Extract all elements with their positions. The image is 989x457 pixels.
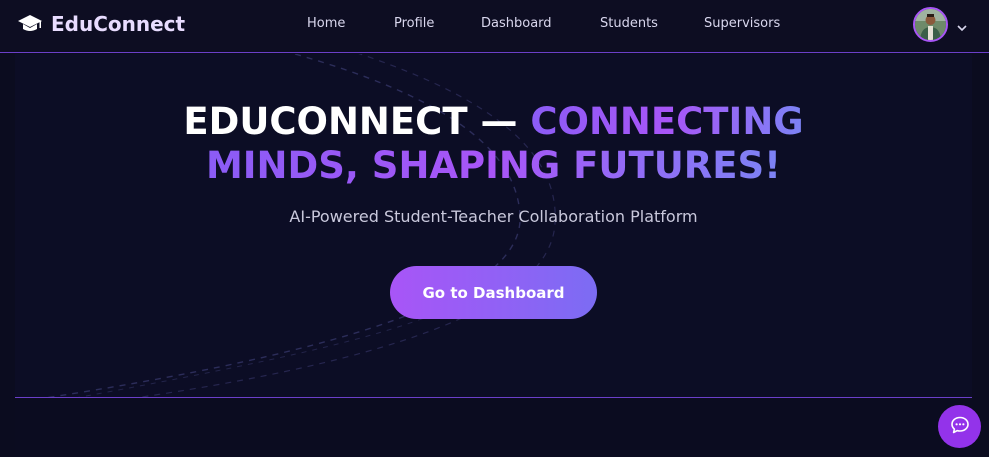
brand-name: EduConnect (51, 12, 186, 36)
headline-line-2: MINDS, SHAPING FUTURES! (205, 144, 782, 187)
chat-button[interactable] (938, 405, 981, 448)
nav-link-students[interactable]: Students (600, 16, 704, 31)
top-navbar: EduConnect Home Profile Dashboard Studen… (0, 0, 989, 53)
main-nav: Home Profile Dashboard Students Supervis… (307, 16, 780, 31)
brand-logo[interactable]: EduConnect (17, 11, 185, 37)
hero-subtitle: AI-Powered Student-Teacher Collaboration… (289, 207, 698, 226)
chat-bubble-icon (950, 415, 970, 439)
chevron-down-icon[interactable] (956, 19, 968, 31)
hero-section: EDUCONNECT — CONNECTING MINDS, SHAPING F… (15, 54, 972, 398)
go-to-dashboard-button[interactable]: Go to Dashboard (390, 266, 597, 319)
graduation-cap-icon (17, 11, 43, 37)
headline-part-1: EDUCONNECT — (183, 100, 531, 143)
nav-link-profile[interactable]: Profile (394, 16, 481, 31)
nav-link-home[interactable]: Home (307, 16, 394, 31)
nav-link-dashboard[interactable]: Dashboard (481, 16, 600, 31)
nav-link-supervisors[interactable]: Supervisors (704, 16, 780, 31)
headline-part-2: CONNECTING (530, 100, 804, 143)
user-avatar[interactable] (913, 7, 948, 42)
next-section (15, 398, 972, 457)
hero-headline: EDUCONNECT — CONNECTING MINDS, SHAPING F… (15, 100, 972, 188)
user-menu[interactable] (913, 7, 968, 42)
